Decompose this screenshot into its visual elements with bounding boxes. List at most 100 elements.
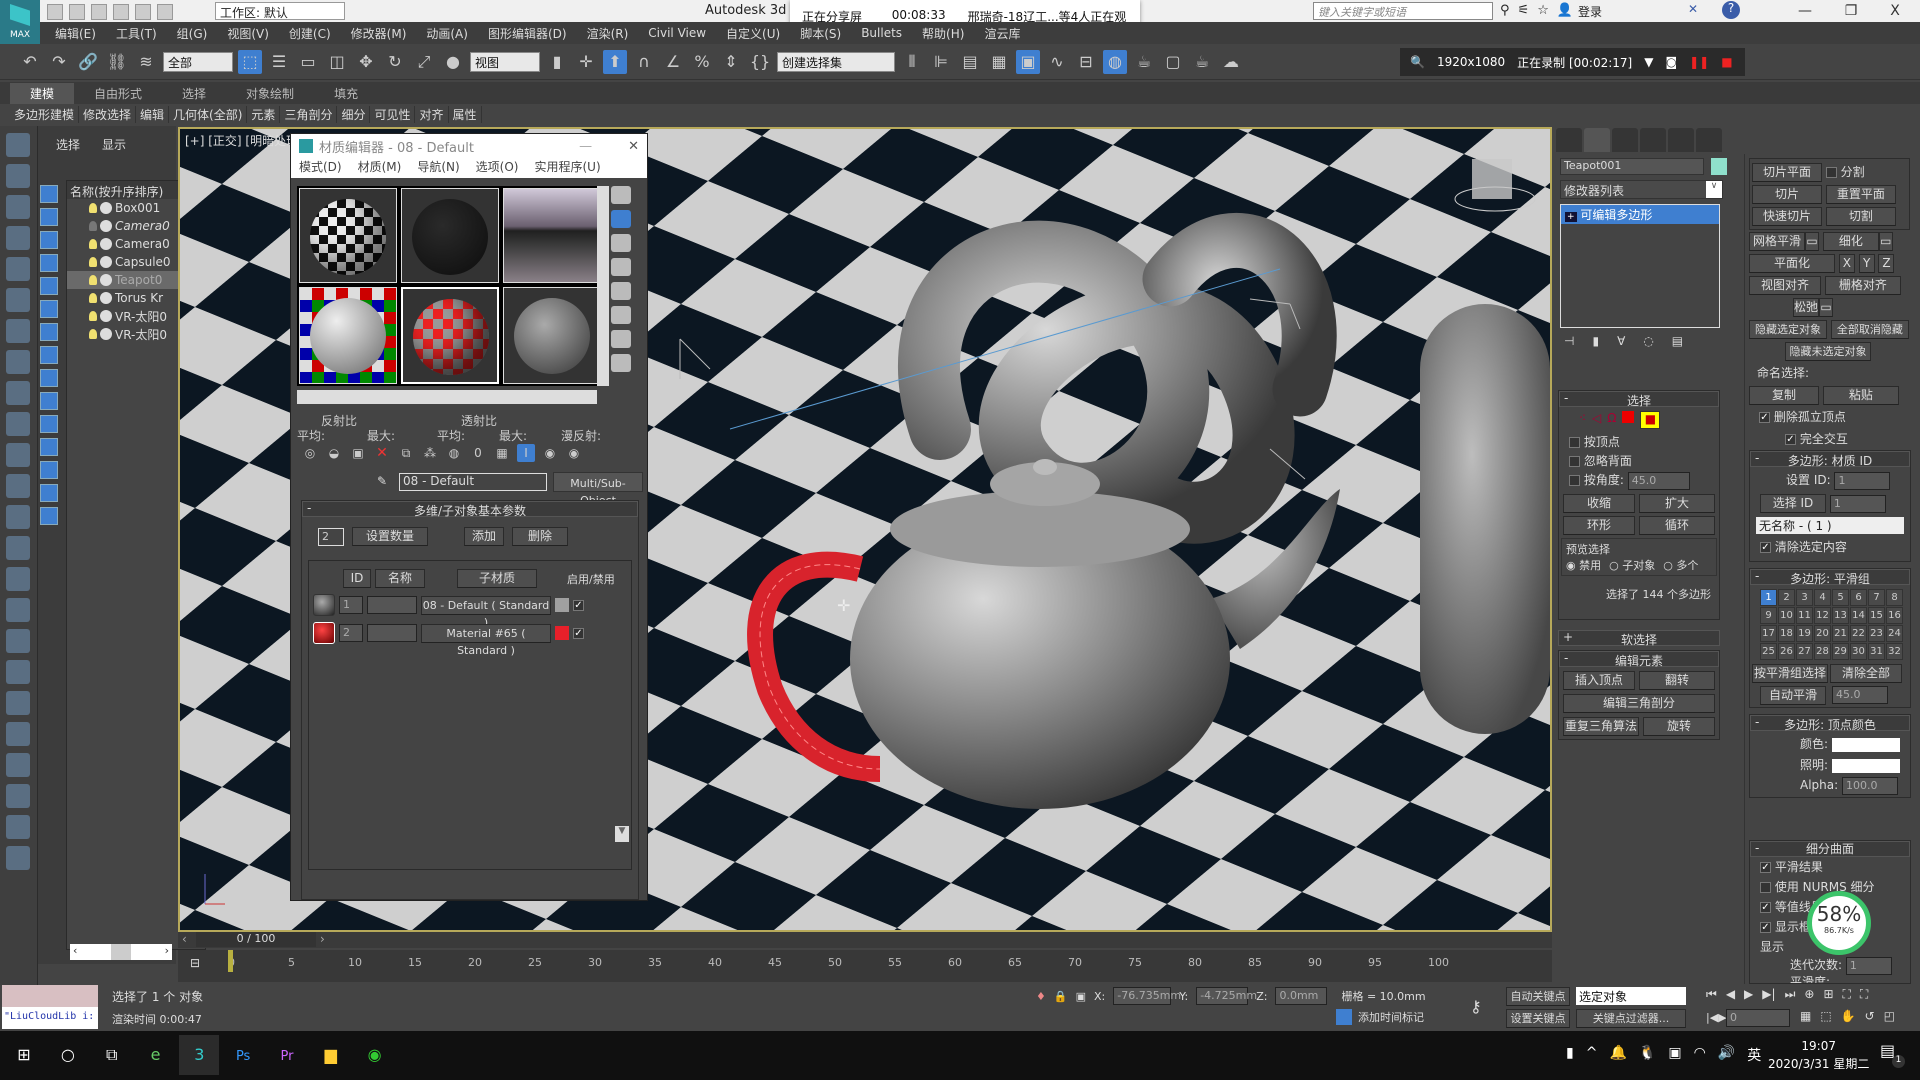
visibility-bulb-icon[interactable] (89, 293, 97, 303)
sub-material-name[interactable] (367, 624, 417, 642)
show-end-result-icon[interactable]: ▮ (1592, 334, 1599, 348)
viewport-label[interactable]: [+] [正交] [明暗处理] (185, 132, 303, 149)
zoom-all-icon[interactable]: ⊞ (1823, 987, 1833, 1002)
ring-button[interactable]: 环形 (1563, 516, 1635, 535)
smoothing-group-button[interactable]: 16 (1886, 607, 1903, 624)
material-name-dropdown[interactable]: 无名称 - ( 1 ) (1756, 517, 1904, 534)
split-checkbox[interactable] (1825, 167, 1837, 178)
render-frame-icon[interactable] (6, 164, 30, 188)
absolute-mode-icon[interactable]: ▣ (1076, 990, 1086, 1003)
scroll-left-icon[interactable]: ‹ (73, 944, 77, 960)
material-menu-item[interactable]: 实用程序(U) (534, 158, 600, 178)
hierarchy-tab-icon[interactable] (1612, 128, 1638, 152)
ignore-backfacing-checkbox[interactable] (1569, 456, 1580, 467)
sample-slot-gray[interactable] (503, 287, 601, 384)
ime-indicator[interactable]: 英 (1747, 1045, 1761, 1065)
smoothing-group-button[interactable]: 15 (1868, 607, 1885, 624)
meshsmooth-button[interactable]: 网格平滑 (1749, 232, 1805, 251)
key-mode-dropdown[interactable]: 选定对象 (1576, 987, 1686, 1005)
helper-icon[interactable] (6, 412, 30, 436)
sub-material-id[interactable]: 1 (339, 596, 363, 614)
render-setup-icon[interactable]: ☕ (1132, 50, 1156, 74)
star-icon[interactable]: ☆ (1537, 3, 1549, 18)
planar-x-button[interactable]: X (1838, 254, 1855, 273)
create-tab-icon[interactable] (1556, 128, 1582, 152)
cut-button[interactable]: 切割 (1825, 207, 1896, 226)
assign-material-icon[interactable]: ▣ (349, 444, 367, 462)
planar-z-button[interactable]: Z (1878, 254, 1895, 273)
pyramid-icon[interactable] (6, 753, 30, 777)
select-by-name-icon[interactable]: ☰ (267, 50, 291, 74)
by-angle-checkbox[interactable] (1569, 475, 1580, 486)
undo-icon[interactable] (113, 4, 129, 20)
material-name-dropdown[interactable]: 08 - Default (399, 473, 547, 491)
smoothing-group-button[interactable]: 21 (1832, 625, 1849, 642)
display-tab-icon[interactable] (1668, 128, 1694, 152)
prev-frame-icon[interactable]: ◀ (1726, 987, 1735, 1002)
rotate-icon[interactable]: ↻ (383, 50, 407, 74)
grow-button[interactable]: 扩大 (1639, 494, 1715, 513)
xref-filter-icon[interactable] (40, 346, 58, 364)
explorer-tab-select[interactable]: 选择 (56, 136, 80, 153)
clear-all-button[interactable]: 清除全部 (1830, 664, 1902, 683)
time-slider[interactable]: ‹ 0 / 100 › (178, 932, 1552, 948)
relax-settings-icon[interactable]: ▭ (1819, 298, 1834, 317)
zoom-icon[interactable]: 🔍 (1410, 55, 1425, 69)
add-button[interactable]: 添加 (464, 527, 504, 546)
spinner-snap-icon[interactable]: ⇕ (719, 50, 743, 74)
copy-material-icon[interactable]: ⧉ (397, 444, 415, 462)
ribbon-panel-tab[interactable]: 元素 (247, 105, 281, 123)
maxscript-mini-listener[interactable]: "LiuCloudLib i: (2, 1007, 98, 1029)
pan-icon[interactable]: ✋ (1841, 1009, 1856, 1023)
help-icon[interactable] (6, 846, 30, 870)
none-filter-icon[interactable] (40, 484, 58, 502)
modifier-list-dropdown[interactable]: 修改器列表 ∨ (1560, 180, 1723, 199)
mirror-icon[interactable]: ⫴ (900, 50, 924, 74)
spacewarp-icon[interactable] (6, 443, 30, 467)
visibility-bulb-icon[interactable] (89, 257, 97, 267)
count-field[interactable]: 2 (318, 527, 344, 546)
sub-material-button[interactable]: 08 - Default ( Standard ) (421, 595, 551, 629)
set-key-button[interactable]: 设置关键点 (1506, 1009, 1570, 1028)
new-file-icon[interactable] (47, 4, 63, 20)
sub-material-preview[interactable] (313, 594, 335, 616)
reference-coord-dropdown[interactable]: 视图 (470, 51, 540, 72)
sub-material-id[interactable]: 2 (339, 624, 363, 642)
smoothing-group-button[interactable]: 32 (1886, 643, 1903, 660)
sub-material-name[interactable] (367, 596, 417, 614)
material-editor-icon[interactable]: ◍ (1103, 49, 1127, 74)
select-id-button[interactable]: 选择 ID (1760, 494, 1826, 513)
relax-button[interactable]: 松弛 (1793, 298, 1820, 317)
iterations-field[interactable]: 1 (1845, 957, 1892, 975)
helper-filter-icon[interactable] (40, 277, 58, 295)
ribbon-tab[interactable]: 填充 (314, 83, 378, 104)
material-id-channel-icon[interactable]: 0 (469, 444, 487, 462)
shape-icon[interactable] (6, 381, 30, 405)
smoothing-group-button[interactable]: 7 (1868, 589, 1885, 606)
auto-key-button[interactable]: 自动关键点 (1506, 987, 1570, 1006)
angle-snap-icon[interactable]: ∠ (661, 50, 685, 74)
maximize-viewport-icon[interactable]: ◰ (1884, 1009, 1895, 1023)
rollout-header[interactable]: - 细分曲面 (1750, 841, 1910, 857)
restore-button[interactable]: ❐ (1828, 0, 1874, 22)
edit-triangulation-button[interactable]: 编辑三角剖分 (1563, 694, 1715, 713)
sample-slot-sky[interactable] (503, 188, 601, 283)
smoothing-group-button[interactable]: 28 (1814, 643, 1831, 660)
rollout-header[interactable]: - 多边形: 顶点颜色 (1750, 715, 1910, 732)
reset-plane-button[interactable]: 重置平面 (1825, 185, 1896, 204)
quickslice-button[interactable]: 快速切片 (1752, 207, 1822, 226)
text-icon[interactable] (6, 815, 30, 839)
slice-button[interactable]: 切片 (1752, 185, 1822, 204)
material-menu-item[interactable]: 模式(D) (299, 158, 342, 178)
edit-named-sel-icon[interactable]: {} (748, 50, 772, 74)
sub-material-button[interactable]: Material #65 ( Standard ) (421, 623, 551, 657)
render-cloud-icon[interactable]: ☁ (1219, 50, 1243, 74)
network-icon[interactable]: ▣ (1668, 1045, 1681, 1065)
ribbon-panel-tab[interactable]: 编辑 (136, 105, 170, 123)
login-button[interactable]: 登录 (1578, 3, 1602, 20)
close-button[interactable]: X (1872, 0, 1918, 22)
menu-item[interactable]: 脚本(S) (800, 25, 841, 42)
sample-slot-black[interactable] (401, 188, 499, 283)
smoothing-group-button[interactable]: 20 (1814, 625, 1831, 642)
percent-snap-icon[interactable]: % (690, 50, 714, 74)
